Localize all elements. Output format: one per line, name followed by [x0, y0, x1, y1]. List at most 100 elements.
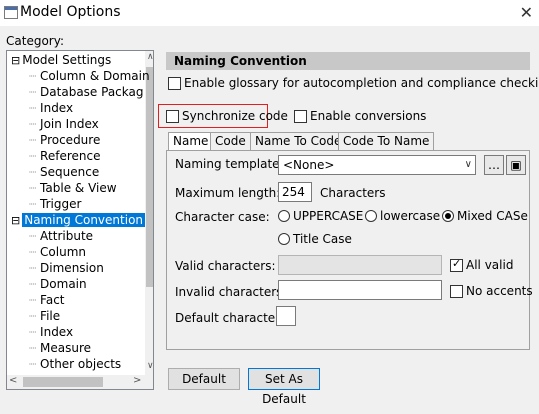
synchronize-code-checkbox[interactable]	[166, 110, 179, 123]
tree-item[interactable]: ┈ Index	[29, 100, 73, 116]
tab-name-to-code[interactable]: Name To Code	[250, 132, 347, 151]
category-tree[interactable]: ∧ ∨ < > ⊟ Model Settings ┈ Column & Domain…	[6, 50, 154, 390]
tree-item[interactable]: ┈ Column	[29, 244, 86, 260]
tree-item-label: File	[40, 309, 61, 323]
enable-conversions-label: Enable conversions	[310, 109, 427, 123]
tree-item[interactable]: ┈ Sequence	[29, 164, 99, 180]
glossary-checkbox[interactable]	[168, 77, 181, 90]
mixed-case-radio[interactable]	[442, 210, 454, 222]
default-character-label: Default character:	[175, 311, 284, 325]
tree-item-label: Measure	[40, 341, 92, 355]
tree-line-icon: ┈	[29, 149, 41, 163]
title-case-radio[interactable]	[278, 233, 290, 245]
tree-item[interactable]: ┈ Measure	[29, 340, 91, 356]
tree-item[interactable]: ┈ Domain	[29, 276, 87, 292]
tree-vertical-scrollbar[interactable]: ∧ ∨	[145, 51, 153, 375]
naming-template-value: <None>	[283, 158, 335, 172]
tree-item-label: Join Index	[40, 117, 99, 131]
maximum-length-input[interactable]: 254	[278, 182, 312, 202]
tree-line-icon: ┈	[29, 165, 41, 179]
all-valid-label: All valid	[466, 258, 514, 272]
tree-item[interactable]: ┈ Other objects	[29, 356, 121, 372]
tree-line-icon: ┈	[29, 69, 41, 83]
tree-item-label: Sequence	[40, 165, 100, 179]
scroll-down-icon[interactable]: ∨	[147, 361, 153, 371]
title-bar: Model Options ✕	[0, 0, 539, 26]
tree-item[interactable]: ┈ Reference	[29, 148, 100, 164]
naming-template-label: Naming template:	[175, 157, 284, 171]
tree-line-icon: ┈	[29, 309, 41, 323]
uppercase-radio[interactable]	[278, 210, 290, 222]
tree-item-label: Procedure	[40, 133, 101, 147]
tree-item[interactable]: ┈ File	[29, 308, 60, 324]
scroll-corner	[145, 375, 153, 389]
scrollbar-thumb[interactable]	[146, 67, 153, 287]
scroll-right-icon[interactable]: >	[133, 375, 141, 386]
tree-item-label: Index	[40, 325, 74, 339]
synchronize-code-label: Synchronize code	[182, 109, 288, 123]
tree-line-icon: ┈	[29, 117, 41, 131]
tree-horizontal-scrollbar[interactable]: < >	[7, 375, 145, 389]
panel-header: Naming Convention	[166, 52, 530, 70]
tree-line-icon: ┈	[29, 229, 41, 243]
tree-item[interactable]: ┈ Index	[29, 324, 73, 340]
characters-label: Characters	[320, 186, 386, 200]
tree-item-label: Domain	[40, 277, 87, 291]
valid-characters-label: Valid characters:	[175, 259, 276, 273]
scroll-left-icon[interactable]: <	[9, 375, 17, 386]
properties-icon: ▣	[510, 158, 522, 172]
default-button[interactable]: Default	[168, 368, 240, 390]
tree-item[interactable]: ┈ Trigger	[29, 196, 81, 212]
lowercase-radio[interactable]	[365, 210, 377, 222]
tree-line-icon: ┈	[29, 293, 41, 307]
tree-item[interactable]: ┈ Column & Domain	[29, 68, 150, 84]
collapse-icon[interactable]: ⊟	[11, 214, 20, 227]
tree-line-icon: ┈	[29, 357, 41, 371]
enable-conversions-checkbox[interactable]	[294, 110, 307, 123]
tree-item-label: Trigger	[40, 197, 82, 211]
tree-item-label: Other objects	[40, 357, 122, 371]
category-label: Category:	[6, 34, 64, 48]
properties-button[interactable]: ▣	[506, 155, 526, 175]
default-character-input[interactable]	[276, 306, 296, 326]
tab-code[interactable]: Code	[210, 132, 251, 151]
tree-item[interactable]: ┈ Database Packag	[29, 84, 143, 100]
tree-item[interactable]: ┈ Attribute	[29, 228, 93, 244]
collapse-icon[interactable]: ⊟	[11, 54, 20, 67]
tree-item-label: Model Settings	[22, 53, 112, 67]
set-as-default-button[interactable]: Set As Default	[248, 368, 320, 406]
tree-item-label: Table & View	[40, 181, 117, 195]
tree-item[interactable]: ⊟ Naming Convention	[11, 212, 146, 228]
tree-item[interactable]: ┈ Table & View	[29, 180, 117, 196]
ellipsis-button[interactable]: …	[484, 155, 504, 175]
tree-item-label: Index	[40, 101, 74, 115]
chevron-down-icon[interactable]: ∨	[465, 156, 472, 174]
tree-item-label: Naming Convention	[22, 213, 146, 227]
tab-code-to-name[interactable]: Code To Name	[338, 132, 435, 151]
valid-characters-input	[278, 255, 442, 275]
tree-item[interactable]: ┈ Procedure	[29, 132, 100, 148]
tree-line-icon: ┈	[29, 341, 41, 355]
tree-item[interactable]: ┈ Dimension	[29, 260, 104, 276]
tree-item[interactable]: ┈ Join Index	[29, 116, 99, 132]
scrollbar-thumb[interactable]	[23, 377, 103, 387]
mixed-case-label: Mixed CASe	[457, 209, 528, 223]
no-accents-label: No accents	[466, 284, 533, 298]
no-accents-checkbox[interactable]	[450, 285, 463, 298]
window-icon	[4, 6, 18, 19]
scroll-up-icon[interactable]: ∧	[147, 52, 153, 62]
tree-line-icon: ┈	[29, 245, 41, 259]
tab-name[interactable]: Name	[168, 132, 214, 151]
tree-line-icon: ┈	[29, 85, 41, 99]
close-icon[interactable]: ✕	[520, 3, 533, 22]
tree-item-label: Column & Domain	[40, 69, 150, 83]
tree-line-icon: ┈	[29, 277, 41, 291]
title-case-label: Title Case	[293, 232, 352, 246]
invalid-characters-input[interactable]	[278, 280, 442, 300]
tree-item[interactable]: ⊟ Model Settings	[11, 52, 111, 68]
tree-line-icon: ┈	[29, 101, 41, 115]
all-valid-checkbox[interactable]	[450, 257, 463, 272]
tree-line-icon: ┈	[29, 181, 41, 195]
tree-item[interactable]: ┈ Fact	[29, 292, 65, 308]
naming-template-select[interactable]: <None> ∨	[278, 155, 476, 175]
